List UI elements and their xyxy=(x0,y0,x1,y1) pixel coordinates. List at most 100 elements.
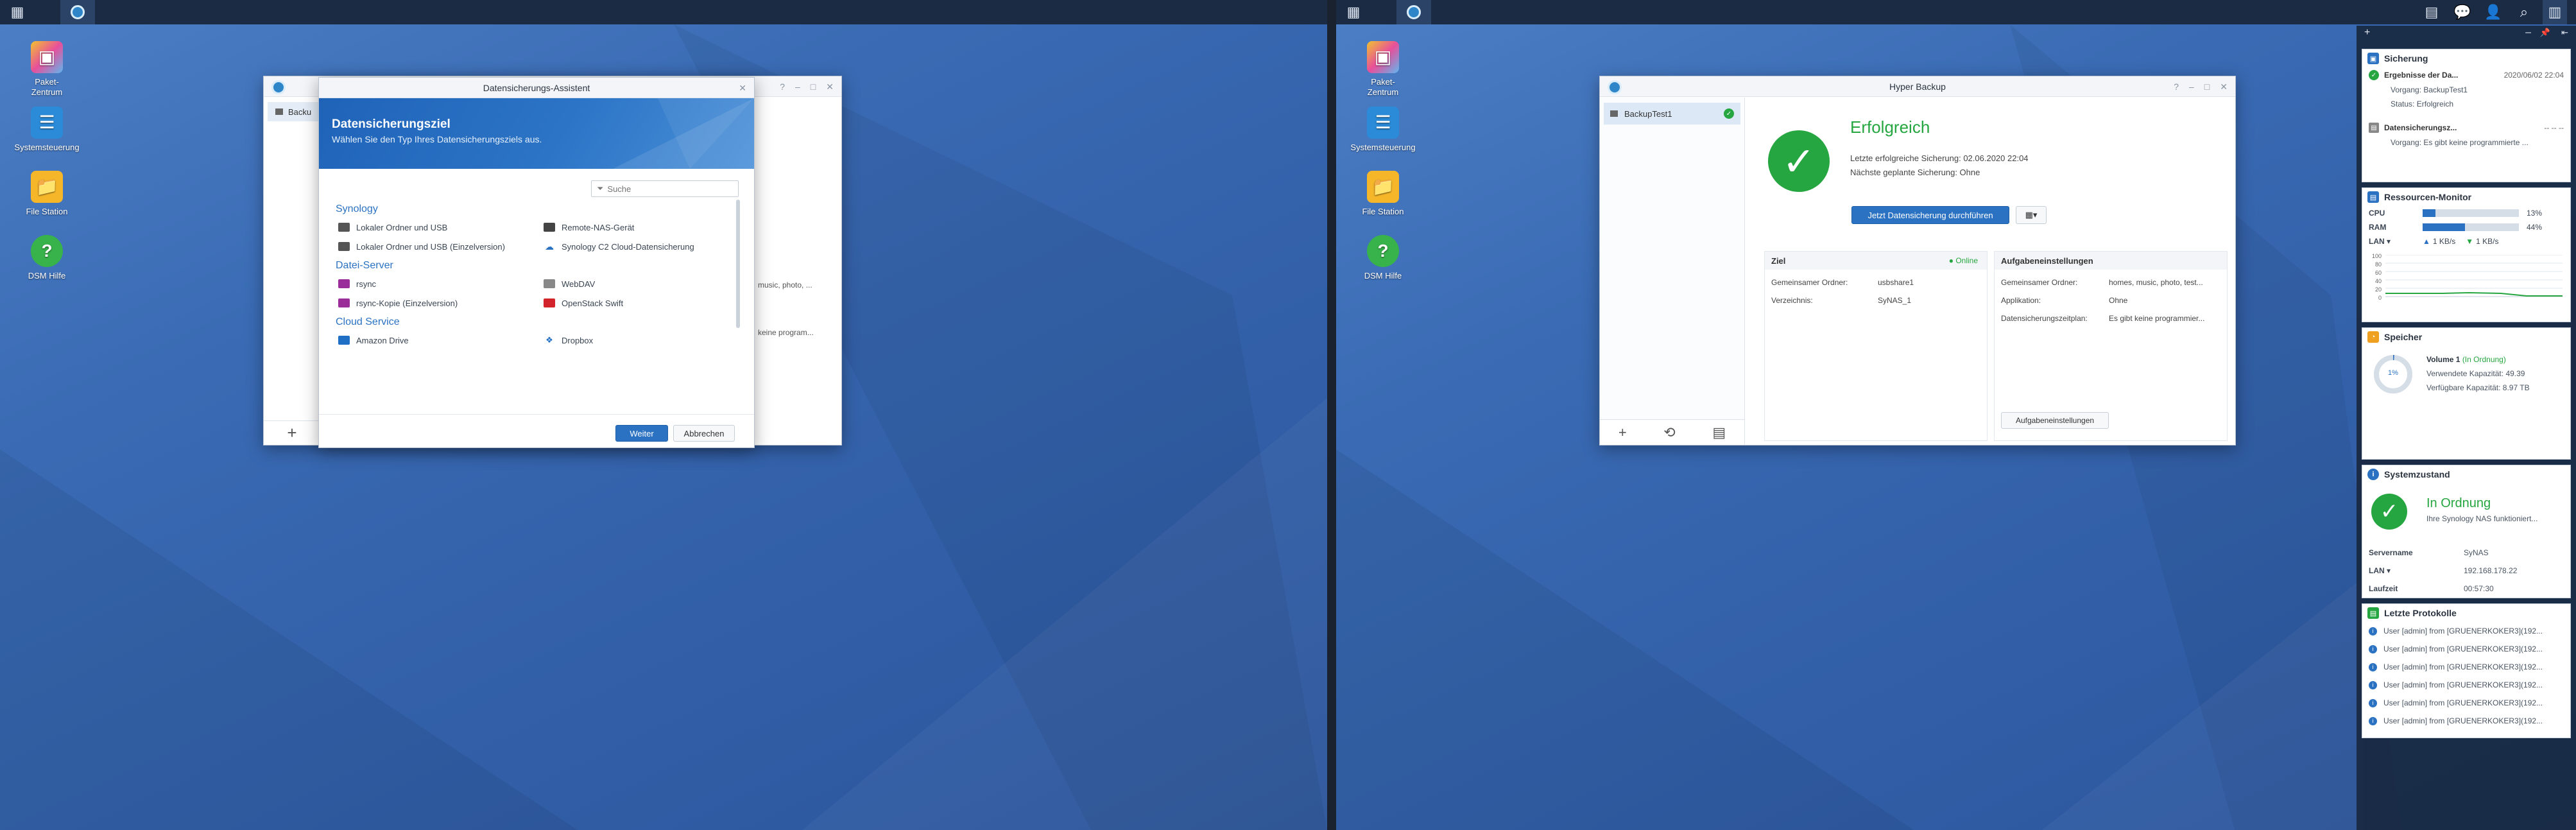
log-row[interactable]: i User [admin] from [GRUENERKOKER3](192..… xyxy=(2362,622,2570,640)
task-list-item[interactable]: BackupTest1 ✓ xyxy=(1604,103,1740,125)
row-label: Laufzeit xyxy=(2369,584,2398,593)
user-button[interactable]: 👤 xyxy=(2481,0,2505,24)
desktop-icon-dsm-help[interactable]: ? DSM Hilfe xyxy=(1341,235,1425,281)
log-row[interactable]: i User [admin] from [GRUENERKOKER3](192..… xyxy=(2362,658,2570,676)
maximize-icon[interactable]: □ xyxy=(811,82,816,92)
synology-options: Lokaler Ordner und USB Remote-NAS-Gerät … xyxy=(338,218,734,256)
close-icon[interactable]: ✕ xyxy=(739,83,746,94)
pin-icon[interactable]: 📌 xyxy=(2540,28,2550,38)
log-icon[interactable]: ▤ xyxy=(1712,424,1726,441)
lan-row: LAN ▾ ▲ 1 KB/s ▼ 1 KB/s xyxy=(2369,234,2564,248)
chart-tick: 0 xyxy=(2378,295,2382,301)
schedule-icon: ▤ xyxy=(2369,123,2379,133)
search-button[interactable]: ⌕ xyxy=(2512,0,2536,24)
main-menu-button[interactable]: ▦ xyxy=(1336,0,1371,24)
info-icon: i xyxy=(2367,469,2379,480)
minimize-icon[interactable]: – xyxy=(2525,27,2531,39)
option-openstack-swift[interactable]: OpenStack Swift xyxy=(544,293,734,313)
target-header: Ziel ● Online xyxy=(1765,252,1987,270)
network-chart-plot xyxy=(2385,255,2563,297)
resource-monitor-widget: ▤ Ressourcen-Monitor CPU 13% RAM 44% LAN … xyxy=(2362,187,2571,322)
option-dropbox[interactable]: ❖ Dropbox xyxy=(544,331,734,350)
task-list-item[interactable]: Backu xyxy=(268,102,319,121)
close-icon[interactable]: ✕ xyxy=(826,82,834,92)
destination-list: Synology Lokaler Ordner und USB Remote-N… xyxy=(336,200,734,411)
widget-title: Speicher xyxy=(2384,332,2423,342)
volume-title[interactable]: Volume 1 (In Ordnung) xyxy=(2426,355,2506,364)
option-rsync-copy[interactable]: rsync-Kopie (Einzelversion) xyxy=(338,293,544,313)
wizard-titlebar: Datensicherungs-Assistent ✕ xyxy=(319,78,754,98)
hyper-backup-window: Hyper Backup ? – □ ✕ BackupTest1 ✓ + ⟲ ▤ ✓ … xyxy=(1599,76,2236,445)
plus-icon[interactable]: + xyxy=(1619,424,1627,441)
desktop-icon-control-panel[interactable]: ☰ Systemsteuerung xyxy=(1341,107,1425,153)
list-scrollbar[interactable] xyxy=(736,200,740,328)
versions-menu-button[interactable]: ▦▾ xyxy=(2016,206,2047,224)
desktop-icon-package-center[interactable]: ▣ Paket- Zentrum xyxy=(5,41,89,98)
success-check-icon: ✓ xyxy=(2369,70,2379,80)
restore-icon[interactable]: ⟲ xyxy=(1663,424,1675,441)
help-icon[interactable]: ? xyxy=(780,82,785,92)
taskbar-hyper-backup-button[interactable] xyxy=(60,0,95,24)
close-icon[interactable]: ✕ xyxy=(2220,82,2228,92)
search-input[interactable] xyxy=(607,184,730,194)
log-row[interactable]: i User [admin] from [GRUENERKOKER3](192..… xyxy=(2362,712,2570,730)
log-row[interactable]: i User [admin] from [GRUENERKOKER3](192..… xyxy=(2362,640,2570,658)
minimize-icon[interactable]: – xyxy=(795,82,800,92)
ram-label: RAM xyxy=(2369,223,2387,232)
desktop-icon-file-station[interactable]: 📁 File Station xyxy=(1341,171,1425,217)
backup-item-1[interactable]: ✓ Ergebnisse der Da... 2020/06/02 22:04 Vo… xyxy=(2362,67,2570,111)
maximize-icon[interactable]: □ xyxy=(2204,82,2210,92)
lan-label[interactable]: LAN ▾ xyxy=(2369,237,2423,246)
online-label: Online xyxy=(1955,256,1978,265)
search-field[interactable]: ⏷ xyxy=(591,180,739,197)
backup-widget-icon: ▣ xyxy=(2367,53,2379,64)
desktop-icon-control-panel[interactable]: ☰ Systemsteuerung xyxy=(5,107,89,153)
option-webdav[interactable]: WebDAV xyxy=(544,274,734,293)
wizard-title: Datensicherungs-Assistent xyxy=(483,82,590,93)
option-remote-nas[interactable]: Remote-NAS-Gerät xyxy=(544,218,734,237)
collapse-icon[interactable]: ⇤ xyxy=(2561,28,2568,38)
desktop-icon-file-station[interactable]: 📁 File Station xyxy=(5,171,89,217)
messages-button[interactable]: 💬 xyxy=(2450,0,2475,24)
log-row[interactable]: i User [admin] from [GRUENERKOKER3](192..… xyxy=(2362,676,2570,694)
option-amazon-drive[interactable]: Amazon Drive xyxy=(338,331,544,350)
option-label: Remote-NAS-Gerät xyxy=(562,222,635,232)
row-label[interactable]: LAN ▾ xyxy=(2369,566,2464,575)
main-menu-button[interactable]: ▦ xyxy=(0,0,35,24)
help-icon[interactable]: ? xyxy=(2174,82,2179,92)
task-settings-panel: Aufgabeneinstellungen Gemeinsamer Ordner… xyxy=(1994,251,2228,441)
lan-upload-value: 1 KB/s xyxy=(2432,237,2456,246)
option-local-folder-usb-single[interactable]: Lokaler Ordner und USB (Einzelversion) xyxy=(338,237,544,256)
backup-item-2[interactable]: ▤ Datensicherungsz... -- -- -- Vorgang: Es… xyxy=(2362,120,2570,150)
contact-icon: ▤ xyxy=(2425,4,2439,20)
target-title: Ziel xyxy=(1771,255,1786,266)
next-button[interactable]: Weiter xyxy=(615,425,668,442)
resource-rows: CPU 13% RAM 44% LAN ▾ ▲ 1 KB/s ▼ 1 KB/s 10… xyxy=(2362,206,2570,304)
settings-row: Gemeinsamer Ordner: homes, music, photo, … xyxy=(2001,273,2220,291)
option-local-folder-usb[interactable]: Lokaler Ordner und USB xyxy=(338,218,544,237)
nas-device-icon xyxy=(544,223,555,232)
option-label: Lokaler Ordner und USB (Einzelversion) xyxy=(356,241,505,252)
widgets-toggle-button[interactable]: ▥ xyxy=(2543,0,2567,24)
backup-item-time: -- -- -- xyxy=(2544,123,2564,132)
task-settings-button[interactable]: Aufgabeneinstellungen xyxy=(2001,412,2109,429)
window-controls: ? – □ ✕ xyxy=(780,76,834,97)
log-text: User [admin] from [GRUENERKOKER3](192... xyxy=(2383,680,2543,689)
cancel-button[interactable]: Abbrechen xyxy=(673,425,735,442)
health-status-sub: Ihre Synology NAS funktioniert... xyxy=(2426,514,2538,523)
dropbox-icon: ❖ xyxy=(545,335,553,345)
notification-button[interactable]: ▤ xyxy=(2419,0,2444,24)
taskbar-hyper-backup-button[interactable] xyxy=(1396,0,1431,24)
desktop-icon-dsm-help[interactable]: ? DSM Hilfe xyxy=(5,235,89,281)
option-label: rsync-Kopie (Einzelversion) xyxy=(356,298,458,308)
log-row[interactable]: i User [admin] from [GRUENERKOKER3](192..… xyxy=(2362,694,2570,712)
add-widget-icon[interactable]: + xyxy=(2364,27,2370,39)
minimize-icon[interactable]: – xyxy=(2189,82,2194,92)
desktop-icon-package-center[interactable]: ▣ Paket- Zentrum xyxy=(1341,41,1425,98)
hyper-backup-icon xyxy=(1407,5,1421,19)
option-synology-c2[interactable]: ☁ Synology C2 Cloud-Datensicherung xyxy=(544,237,734,256)
option-rsync[interactable]: rsync xyxy=(338,274,544,293)
backup-now-button[interactable]: Jetzt Datensicherung durchführen xyxy=(1851,206,2009,224)
add-task-button[interactable]: + xyxy=(264,420,320,445)
target-row: Verzeichnis: SyNAS_1 xyxy=(1771,291,1980,309)
